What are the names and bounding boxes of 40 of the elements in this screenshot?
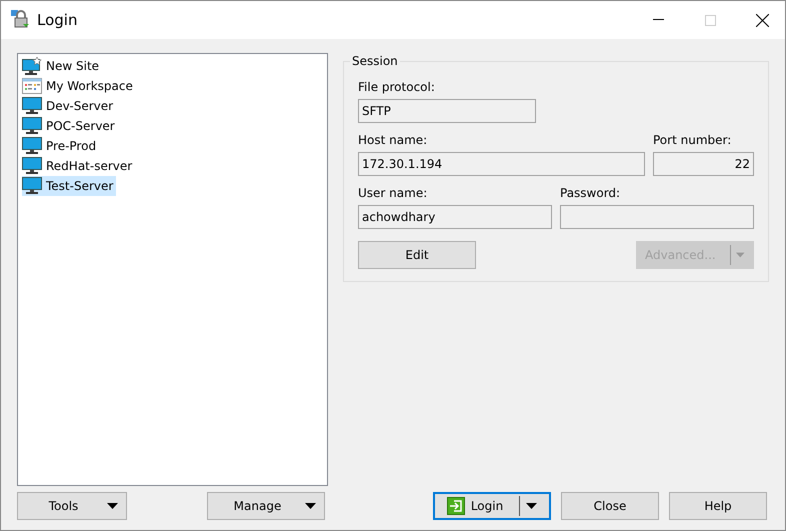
group-title: Session	[351, 54, 399, 68]
login-icon	[446, 497, 465, 515]
window-title: Login	[37, 11, 78, 29]
dialog-button[interactable]: Help	[669, 492, 767, 520]
menu-button[interactable]: Manage	[207, 492, 325, 520]
field-label: Password:	[560, 186, 622, 200]
username-field[interactable]: achowdhary	[358, 205, 552, 229]
close-icon[interactable]	[756, 14, 768, 26]
field-label: User name:	[358, 186, 428, 200]
password-field[interactable]	[560, 205, 754, 229]
field-label: Host name:	[358, 133, 428, 147]
caret-icon	[107, 503, 118, 509]
field-label: File protocol:	[358, 80, 436, 94]
edit-button[interactable]: Edit	[358, 241, 476, 269]
monitor-icon	[22, 117, 42, 135]
site-item[interactable]: RedHat-server	[22, 156, 136, 176]
host-field[interactable]: 172.30.1.194	[358, 152, 645, 176]
site-item[interactable]: POC-Server	[22, 116, 118, 136]
site-item[interactable]: Pre-Prod	[22, 136, 100, 156]
login-button[interactable]: Login	[433, 492, 551, 520]
monitor-icon	[22, 177, 42, 195]
monitor-icon	[22, 97, 42, 115]
monitor-star-icon	[22, 57, 42, 75]
site-item[interactable]: Test-Server	[22, 176, 116, 196]
field-label: Port number:	[653, 133, 732, 147]
monitor-icon	[22, 157, 42, 175]
site-item[interactable]: My Workspace	[22, 76, 136, 96]
workspace-icon	[22, 77, 42, 95]
caret-icon	[736, 252, 745, 258]
protocol-field[interactable]: SFTP	[358, 99, 536, 123]
menu-button[interactable]: Tools	[17, 492, 127, 520]
dialog-button[interactable]: Close	[561, 492, 659, 520]
monitor-icon	[22, 137, 42, 155]
lock-icon	[11, 10, 31, 30]
site-item[interactable]: New Site	[22, 56, 102, 76]
caret-icon	[305, 503, 316, 509]
site-item[interactable]: Dev-Server	[22, 96, 116, 116]
minimize-icon[interactable]	[652, 19, 664, 21]
caret-icon	[526, 503, 538, 509]
port-field[interactable]: 22	[653, 152, 754, 176]
